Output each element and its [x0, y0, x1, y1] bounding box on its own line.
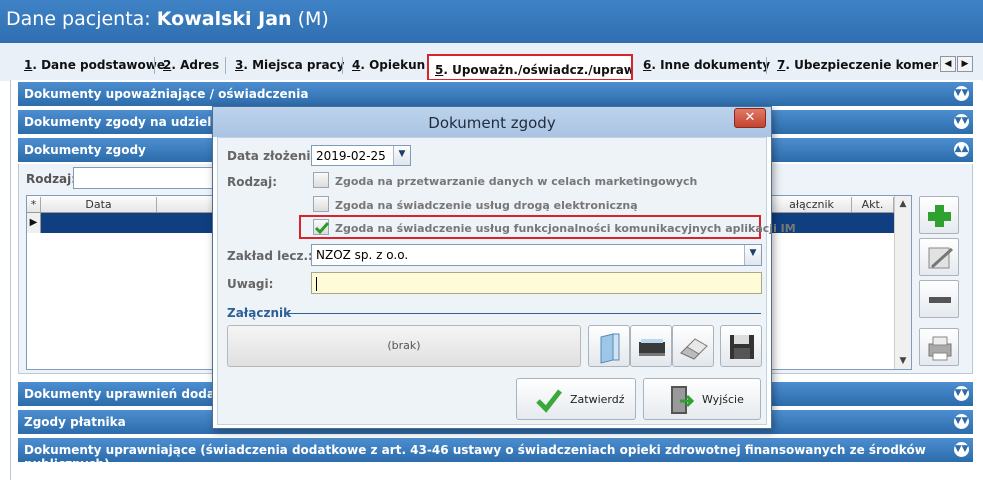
grid-scrollbar[interactable]: ▲ ▼ [894, 196, 911, 369]
text-cursor [316, 276, 317, 291]
grid-col-blank[interactable] [157, 197, 217, 212]
tab-label: . Inne dokumenty [651, 58, 771, 72]
zatwierdz-button[interactable]: Zatwierdź [516, 378, 636, 420]
grid-col-zalacznik[interactable]: ałącznik [772, 197, 852, 212]
uwagi-label: Uwagi: [227, 277, 274, 291]
folder-icon [600, 333, 620, 364]
zaklad-label: Zakład lecz.: [227, 249, 313, 263]
erase-button[interactable] [672, 325, 714, 367]
window-title-bar: Dane pacjenta: Kowalski Jan (M) [0, 0, 983, 43]
tab-label: . Dane podstawowe [32, 58, 165, 72]
edit-button[interactable] [919, 238, 959, 276]
tab-opiekun[interactable]: 4. Opiekun [352, 55, 425, 77]
tab-label: . Upoważn./oświadcz./uprawn. [443, 63, 633, 77]
section-upowazniajace[interactable]: Dokumenty upoważniające / oświadczenia ▼… [18, 82, 973, 106]
tab-ubezpieczenie-komercyjne[interactable]: 7. Ubezpieczenie komercyjne [777, 55, 939, 77]
chevron-up-icon[interactable]: ▲▲ [954, 142, 969, 157]
tab-scroll-left-icon[interactable]: ◀ [940, 56, 956, 72]
patient-gender: (M) [297, 8, 329, 30]
zaklad-select[interactable]: NZOZ sp. z o.o. ▼ [311, 244, 762, 266]
tab-adres[interactable]: 2. Adres [163, 55, 219, 77]
section-uprawniajace[interactable]: Dokumenty uprawniające (świadczenia doda… [18, 438, 973, 471]
chevron-down-icon[interactable]: ▼▼ [954, 442, 969, 457]
edit-icon [928, 247, 954, 269]
add-button[interactable] [919, 196, 959, 234]
tab-separator [225, 57, 226, 74]
print-button[interactable] [919, 328, 959, 366]
attachment-preview[interactable]: (brak) [227, 325, 581, 367]
tab-label: . Opiekun [360, 58, 426, 72]
rodzaj-label: Rodzaj: [227, 175, 278, 189]
data-zlozenia-picker[interactable]: 2019-02-25 ▼ [311, 145, 411, 166]
patient-name: Kowalski Jan [156, 8, 292, 30]
chevron-down-icon[interactable]: ▼ [393, 146, 410, 165]
checkbox-im[interactable] [313, 219, 330, 235]
wyjscie-label: Wyjście [702, 393, 744, 406]
checkmark-icon [536, 389, 562, 413]
section-title: Dokumenty upoważniające / oświadczenia [24, 87, 309, 101]
checkbox-marketing[interactable] [313, 172, 329, 188]
uwagi-input[interactable] [311, 272, 762, 294]
checkmark-icon [314, 222, 330, 235]
zalacznik-divider [285, 313, 761, 314]
minus-icon [929, 297, 951, 303]
scroll-down-icon[interactable]: ▼ [895, 353, 911, 369]
section-title: Zgody płatnika [24, 415, 126, 429]
chevron-down-icon[interactable]: ▼ [744, 245, 761, 265]
printer-icon [928, 336, 952, 361]
scanner-icon [639, 339, 665, 356]
checkbox-marketing-label: Zgoda na przetwarzanie danych w celach m… [335, 175, 698, 188]
chevron-down-icon[interactable]: ▼▼ [954, 414, 969, 429]
chevron-down-icon[interactable]: ▼▼ [954, 86, 969, 101]
tab-scroll-right-icon[interactable]: ▶ [957, 56, 973, 72]
delete-button[interactable] [919, 280, 959, 318]
zalacznik-label: Załącznik [227, 306, 292, 320]
checkbox-im-label: Zgoda na świadczenie usług funkcjonalnoś… [335, 222, 796, 235]
plus-icon [928, 205, 951, 227]
tab-separator [342, 57, 343, 74]
chevron-down-icon[interactable]: ▼▼ [954, 114, 969, 129]
tab-label: . Ubezpieczenie komercyjne [785, 58, 939, 72]
row-pointer-icon: ▶ [27, 213, 41, 233]
window-title-prefix: Dane pacjenta: [6, 8, 157, 30]
tab-dane-podstawowe[interactable]: 1. Dane podstawowe [24, 55, 165, 77]
open-file-button[interactable] [588, 325, 630, 367]
tab-upowaznienia[interactable]: 5. Upoważn./oświadcz./uprawn. [427, 54, 633, 81]
checkbox-elektroniczna[interactable] [313, 196, 329, 212]
attachment-empty-text: (brak) [387, 339, 421, 352]
tab-label: . Miejsca pracy [243, 58, 345, 72]
grid-col-indicator: * [27, 197, 41, 212]
rodzaj-filter-label: Rodzaj: [26, 172, 77, 186]
grid-col-data[interactable]: Data [41, 197, 157, 212]
section-title: Dokumenty zgody [24, 143, 146, 157]
tab-inne-dokumenty[interactable]: 6. Inne dokumenty [643, 55, 770, 77]
rodzaj-filter-input[interactable] [73, 167, 218, 189]
dialog-title: Dokument zgody [213, 107, 771, 137]
tab-separator [154, 57, 155, 74]
close-icon[interactable]: ✕ [734, 108, 766, 128]
tab-bar: 1. Dane podstawowe 2. Adres 3. Miejsca p… [0, 43, 983, 81]
scroll-up-icon[interactable]: ▲ [895, 196, 911, 212]
chevron-down-icon[interactable]: ▼▼ [954, 386, 969, 401]
scan-button[interactable] [630, 325, 672, 367]
data-zlozenia-value: 2019-02-25 [316, 149, 386, 163]
exit-door-icon [671, 386, 694, 414]
data-zlozenia-label: Data złożenia: [227, 149, 324, 163]
grid-col-akt[interactable]: Akt. [852, 197, 894, 212]
zaklad-value: NZOZ sp. z o.o. [316, 248, 409, 262]
wyjscie-button[interactable]: Wyjście [643, 378, 761, 420]
eraser-icon [680, 338, 708, 360]
zatwierdz-label: Zatwierdź [570, 393, 625, 406]
save-button[interactable] [720, 325, 762, 367]
checkbox-elektroniczna-label: Zgoda na świadczenie usług drogą elektro… [335, 199, 638, 212]
tab-miejsca-pracy[interactable]: 3. Miejsca pracy [235, 55, 344, 77]
floppy-disk-icon [730, 335, 754, 359]
tab-separator [766, 57, 767, 74]
tab-label: . Adres [171, 58, 220, 72]
